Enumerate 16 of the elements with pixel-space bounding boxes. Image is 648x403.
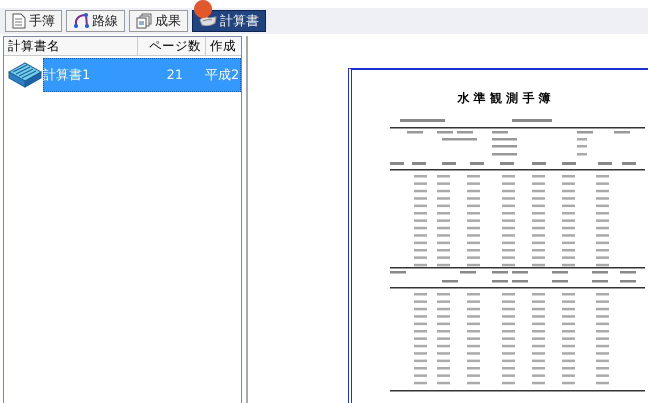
- column-header[interactable]: 作成: [206, 37, 241, 55]
- toolbar-tab[interactable]: 成果: [129, 10, 188, 32]
- list-cell-text: 計算書1: [43, 67, 92, 84]
- toolbar-tab[interactable]: 計算書: [192, 10, 266, 32]
- notification-dot: [194, 0, 212, 18]
- document-title: 水 準 観 測 手 簿: [456, 90, 552, 107]
- route-icon: [73, 13, 89, 29]
- books-icon: [7, 60, 43, 90]
- column-header[interactable]: ページ数: [138, 37, 206, 55]
- list-cell-text: 平成2: [205, 67, 240, 84]
- toolbar-tab[interactable]: 路線: [66, 10, 125, 32]
- column-header[interactable]: 計算書名: [4, 37, 138, 55]
- document-icon: [12, 13, 26, 29]
- toolbar-tab[interactable]: 手簿: [5, 10, 62, 32]
- documents-icon: [136, 13, 152, 29]
- list-cell-text: 21: [165, 68, 183, 82]
